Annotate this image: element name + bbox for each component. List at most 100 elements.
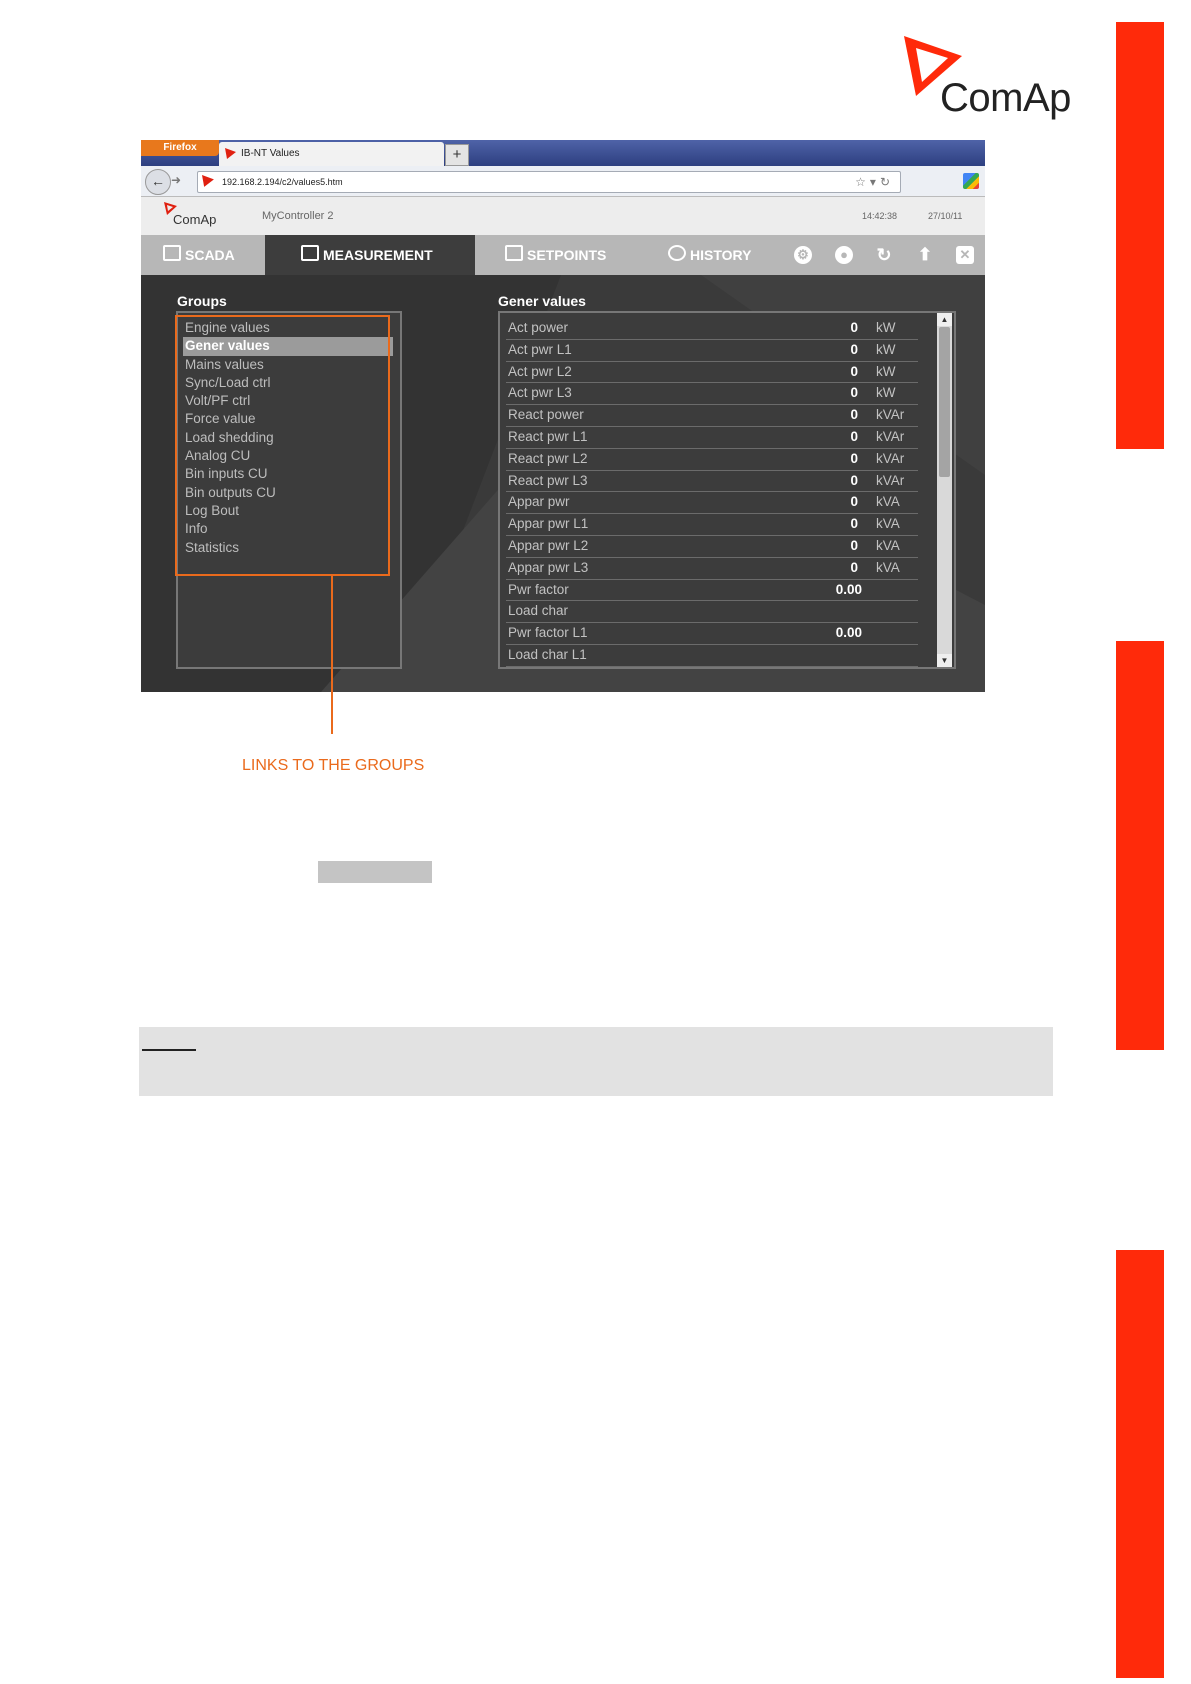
value-unit: kW	[876, 341, 896, 357]
value-unit: kVA	[876, 516, 900, 532]
value-name: Pwr factor L1	[508, 625, 588, 641]
value-name: React pwr L2	[508, 450, 588, 466]
value-name: Appar pwr L3	[508, 559, 589, 575]
value-row: Act pwr L1 0 kW	[506, 339, 918, 362]
up-arrow-icon[interactable]: ⬆	[916, 246, 934, 264]
value-row: Act power 0 kW	[506, 317, 918, 340]
history-icon	[668, 245, 686, 261]
value-row: Appar pwr 0 kVA	[506, 491, 918, 515]
value-unit: kVA	[876, 559, 900, 575]
bookmark-reload-icons[interactable]: ☆▾↻	[855, 172, 894, 192]
value-unit: kVA	[876, 494, 900, 510]
value-name: React power	[508, 407, 584, 423]
comap-logo: ComAp	[902, 34, 1082, 124]
value-row: Pwr factor 0.00	[506, 579, 918, 602]
value-name: Load char	[508, 603, 569, 619]
measurement-content: Groups Engine values Gener values Mains …	[141, 275, 985, 692]
value-number: 0	[850, 363, 858, 379]
values-title: Gener values	[498, 293, 586, 309]
value-row: React pwr L1 0 kVAr	[506, 426, 918, 449]
scada-icon	[163, 245, 181, 261]
value-number: 0	[850, 320, 858, 335]
controller-name: MyController 2	[262, 210, 334, 222]
forward-arrow-icon[interactable]: ➜	[171, 173, 181, 187]
menu-measurement-label: MEASUREMENT	[323, 247, 433, 263]
value-name: Appar pwr L1	[508, 516, 589, 532]
address-bar[interactable]: 192.168.2.194/c2/values5.htm ☆▾↻	[197, 171, 901, 193]
value-unit: kVAr	[876, 429, 905, 444]
value-number: 0	[850, 494, 858, 510]
value-row: React pwr L2 0 kVAr	[506, 448, 918, 471]
callout-label: LINKS TO THE GROUPS	[242, 757, 425, 774]
site-icon	[202, 175, 214, 187]
value-number: 0	[850, 472, 858, 488]
value-row: Act pwr L3 0 kW	[506, 382, 918, 406]
header-time: 14:42:38	[862, 211, 898, 221]
app-logo-text: ComAp	[173, 212, 217, 227]
value-row: Appar pwr L1 0 kVA	[506, 513, 918, 536]
new-tab-button[interactable]: +	[445, 144, 469, 166]
groups-title: Groups	[177, 293, 227, 309]
value-number: 0.00	[835, 581, 862, 597]
value-name: Act pwr L1	[508, 341, 572, 357]
value-name: Act power	[508, 320, 569, 335]
header-date: 27/10/11	[928, 211, 963, 221]
menu-setpoints[interactable]: SETPOINTS	[505, 235, 606, 275]
refresh-icon[interactable]: ↻	[875, 246, 893, 264]
value-row: Pwr factor L1 0.00	[506, 622, 918, 645]
scroll-up-icon[interactable]: ▲	[937, 313, 952, 326]
value-name: React pwr L1	[508, 429, 588, 444]
value-number: 0	[850, 450, 858, 466]
value-name: Act pwr L3	[508, 385, 572, 401]
gear-icon[interactable]: ⚙	[794, 246, 812, 264]
lock-icon[interactable]: ●	[835, 246, 853, 264]
value-unit: kVAr	[876, 450, 905, 466]
value-row: React power 0 kVAr	[506, 404, 918, 427]
value-number: 0	[850, 538, 858, 553]
value-number: 0.00	[835, 625, 862, 641]
value-name: React pwr L3	[508, 472, 588, 488]
browser-tab[interactable]: IB-NT Values	[219, 142, 444, 166]
tab-title: IB-NT Values	[241, 148, 300, 159]
values-scrollbar[interactable]: ▲ ▼	[937, 313, 952, 667]
groups-highlight-frame	[175, 315, 390, 576]
menu-history-label: HISTORY	[690, 247, 752, 263]
value-name: Appar pwr	[508, 494, 570, 510]
back-arrow-icon[interactable]: ←	[145, 169, 171, 195]
value-row: Load char L1	[506, 644, 918, 667]
value-name: Appar pwr L2	[508, 538, 589, 553]
menu-measurement[interactable]: MEASUREMENT	[265, 235, 475, 275]
value-number: 0	[850, 559, 858, 575]
value-number: 0	[850, 385, 858, 401]
firefox-menu-button[interactable]: Firefox	[141, 140, 219, 156]
menu-setpoints-label: SETPOINTS	[527, 247, 607, 263]
gray-highlight-box	[318, 861, 432, 883]
note-underline	[142, 1049, 196, 1051]
value-row: Act pwr L2 0 kW	[506, 361, 918, 384]
main-menu: SCADA MEASUREMENT SETPOINTS HISTORY ⚙ ● …	[141, 235, 985, 275]
value-name: Act pwr L2	[508, 363, 572, 379]
value-unit: kVAr	[876, 472, 905, 488]
menu-history[interactable]: HISTORY	[668, 235, 751, 275]
value-number: 0	[850, 429, 858, 444]
url-text: 192.168.2.194/c2/values5.htm	[222, 177, 343, 187]
app-logo: ComAp	[163, 201, 233, 231]
search-engine-icon[interactable]	[963, 173, 979, 189]
callout-line	[331, 574, 333, 734]
value-unit: kVA	[876, 538, 900, 553]
value-row: Load char	[506, 600, 918, 624]
menu-scada[interactable]: SCADA	[163, 235, 235, 275]
value-number: 0	[850, 516, 858, 532]
value-row: Appar pwr L3 0 kVA	[506, 557, 918, 580]
scroll-down-icon[interactable]: ▼	[937, 654, 952, 667]
values-table: Act power 0 kW Act pwr L1 0 kW Act pwr L2 0 kW…	[498, 311, 956, 669]
side-bar-bottom	[1116, 1250, 1164, 1678]
value-number: 0	[850, 341, 858, 357]
value-number: 0	[850, 407, 858, 423]
value-name: Pwr factor	[508, 581, 569, 597]
measurement-icon	[301, 245, 319, 261]
close-icon[interactable]: ✕	[956, 246, 974, 264]
note-box	[139, 1027, 1053, 1096]
scroll-thumb[interactable]	[939, 327, 950, 477]
browser-tab-bar: Firefox IB-NT Values +	[141, 140, 985, 166]
